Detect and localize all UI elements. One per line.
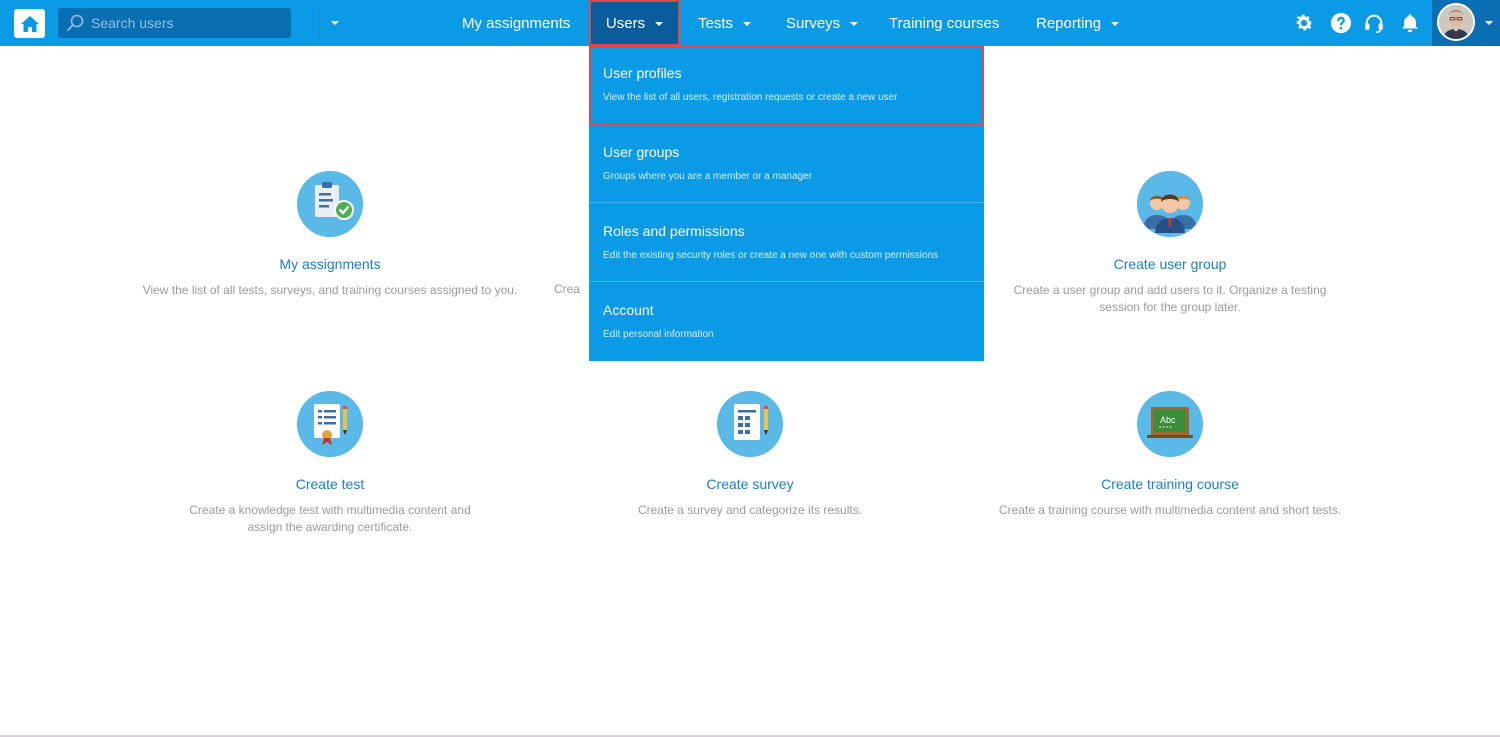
notifications-button[interactable]: [1398, 11, 1422, 35]
chevron-down-icon: [655, 22, 664, 26]
menu-divider: [589, 202, 984, 203]
users-dropdown-menu: User profiles View the list of all users…: [589, 46, 984, 361]
menu-item-title: Account: [603, 302, 654, 318]
nav-users[interactable]: Users: [589, 0, 680, 46]
card-title[interactable]: Create training course: [960, 476, 1380, 492]
card-create-training-course: Abc Create training course Create a trai…: [960, 391, 1380, 519]
nav-my-assignments[interactable]: My assignments: [462, 0, 570, 46]
menu-item-description: Groups where you are a member or a manag…: [603, 171, 812, 182]
search-users-box: [58, 8, 339, 38]
chevron-down-icon: [330, 21, 339, 25]
chevron-down-icon: [850, 22, 859, 26]
gear-icon: [1296, 14, 1313, 31]
nav-label: My assignments: [462, 14, 571, 32]
card-description: Create a survey and categorize its resul…: [637, 503, 863, 517]
card-description: Create a knowledge test with multimedia …: [189, 503, 471, 534]
chalkboard-icon[interactable]: Abc: [1137, 391, 1203, 457]
card-partially-hidden: Crea: [554, 171, 594, 298]
card-create-survey: Create survey Create a survey and catego…: [540, 391, 960, 519]
chevron-down-icon: [1485, 21, 1493, 25]
help-button[interactable]: [1329, 11, 1353, 35]
card-description: Crea: [554, 282, 581, 296]
card-title[interactable]: Create survey: [540, 476, 960, 492]
menu-item-title: User profiles: [603, 65, 682, 81]
chevron-down-icon: [1111, 22, 1120, 26]
nav-label: Tests: [698, 14, 734, 32]
nav-label: Reporting: [1036, 14, 1102, 32]
support-button[interactable]: [1362, 11, 1386, 35]
home-icon: [20, 15, 39, 32]
chalkboard-text: Abc: [1160, 415, 1176, 425]
card-description: View the list of all tests, surveys, and…: [142, 283, 518, 297]
home-button[interactable]: [14, 9, 45, 38]
menu-item-title: User groups: [603, 144, 680, 160]
menu-item-description: Edit personal information: [603, 329, 714, 340]
menu-item-account[interactable]: Account Edit personal information: [589, 283, 984, 362]
nav-reporting[interactable]: Reporting: [1036, 0, 1120, 46]
menu-divider: [589, 281, 984, 282]
card-title[interactable]: Create test: [120, 476, 540, 492]
top-navigation-bar: My assignments Users Tests Surveys Train…: [0, 0, 1500, 46]
help-icon: [1330, 12, 1352, 34]
search-icon: [67, 14, 84, 31]
card-title[interactable]: Create user group: [960, 256, 1380, 272]
user-account-menu[interactable]: [1432, 0, 1500, 46]
user-group-icon[interactable]: [1137, 171, 1203, 237]
card-title[interactable]: My assignments: [120, 256, 540, 272]
settings-button[interactable]: [1292, 11, 1316, 35]
search-options-dropdown[interactable]: [320, 8, 349, 38]
nav-training-courses[interactable]: Training courses: [889, 0, 999, 46]
menu-item-user-profiles[interactable]: User profiles View the list of all users…: [589, 46, 984, 125]
nav-tests[interactable]: Tests: [698, 0, 752, 46]
menu-item-roles-and-permissions[interactable]: Roles and permissions Edit the existing …: [589, 204, 984, 283]
clipboard-check-icon[interactable]: [297, 171, 363, 237]
card-description: Create a user group and add users to it.…: [1013, 283, 1327, 314]
nav-label: Users: [605, 14, 646, 32]
menu-item-description: View the list of all users, registration…: [603, 92, 898, 103]
survey-form-icon[interactable]: [717, 391, 783, 457]
nav-label: Surveys: [786, 14, 841, 32]
avatar: [1437, 3, 1475, 41]
menu-item-description: Edit the existing security roles or crea…: [603, 250, 939, 261]
search-input[interactable]: [91, 12, 286, 34]
menu-item-title: Roles and permissions: [603, 223, 745, 239]
card-description: Create a training course with multimedia…: [998, 503, 1342, 517]
test-certificate-icon[interactable]: [297, 391, 363, 457]
menu-item-user-groups[interactable]: User groups Groups where you are a membe…: [589, 125, 984, 204]
headset-icon: [1365, 14, 1383, 33]
user-photo-icon: [1439, 5, 1473, 39]
card-create-user-group: Create user group Create a user group an…: [960, 171, 1380, 316]
chevron-down-icon: [743, 22, 752, 26]
card-my-assignments: My assignments View the list of all test…: [120, 171, 540, 299]
card-create-test: Create test Create a knowledge test with…: [120, 391, 540, 536]
bell-icon: [1402, 14, 1418, 33]
nav-label: Training courses: [889, 14, 1000, 32]
nav-surveys[interactable]: Surveys: [786, 0, 859, 46]
